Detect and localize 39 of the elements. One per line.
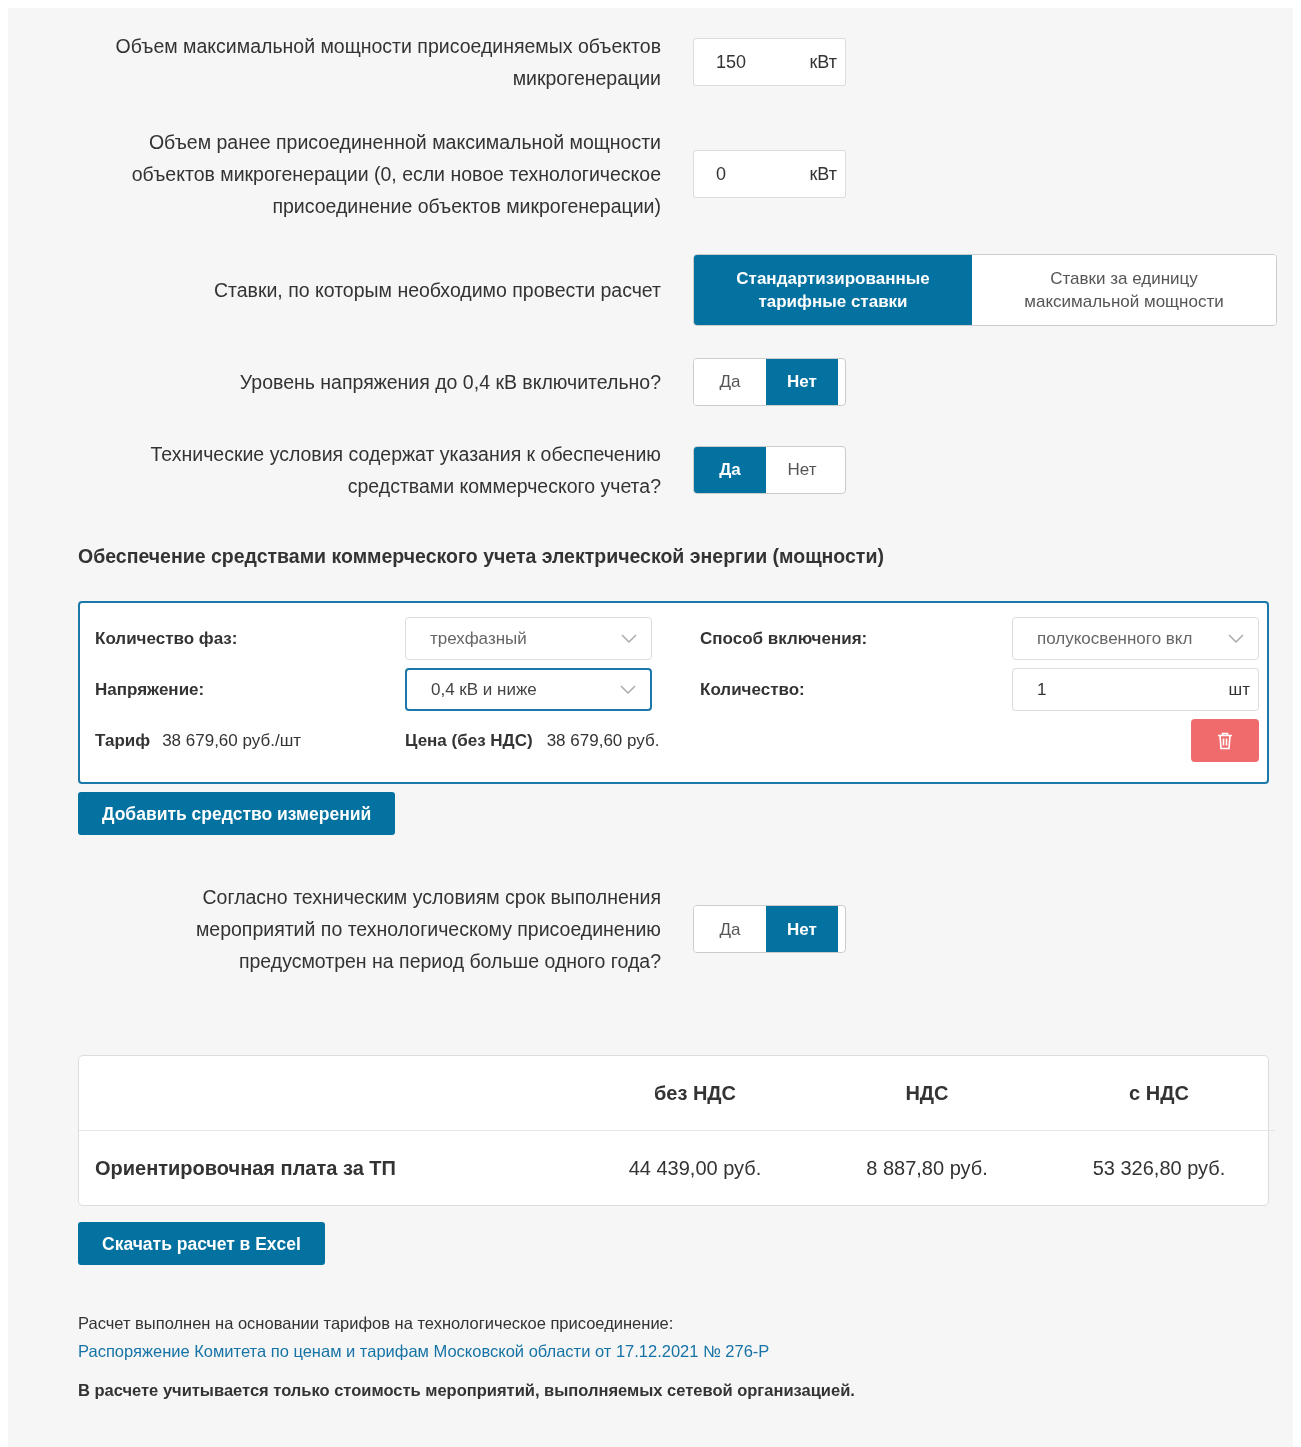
select-field[interactable]: трехфазный	[405, 617, 652, 661]
tariff-value: 38 679,60 руб./шт	[162, 730, 302, 752]
document-link[interactable]: Распоряжение Комитета по ценам и тарифам Московской области от 17.12.2021 № 276-Р	[78, 1342, 770, 1361]
toggle-option[interactable]: Нет	[766, 359, 838, 405]
basis-note: Расчет выполнен на основании тарифов на технологическое присоединение:	[78, 1313, 675, 1335]
field-label: Уровень напряжения до 0,4 кВ включительно?	[238, 370, 661, 395]
table-cell: 44 439,00 руб.	[579, 1130, 811, 1206]
tariff-label: Тариф	[95, 730, 151, 752]
delete-button[interactable]	[1191, 719, 1259, 763]
field-label: Количество фаз:	[95, 628, 239, 650]
toggle-option[interactable]: Нет	[766, 906, 838, 953]
select-field[interactable]: полукосвенного вкл	[1012, 617, 1259, 661]
chevron-down-icon	[621, 633, 637, 644]
table-cell: 53 326,80 руб.	[1043, 1130, 1275, 1206]
column-header: НДС	[904, 1081, 950, 1107]
field-label: Технические условия содержат указания к обеспечению средствами коммерческого учета?	[149, 442, 661, 499]
field-label: Напряжение:	[95, 679, 206, 701]
section-heading: Обеспечение средствами коммерческого учета электрической энергии (мощности)	[78, 544, 885, 569]
disclaimer-text: В расчете учитывается только стоимость мероприятий, выполняемых сетевой организацией.	[78, 1380, 856, 1402]
chevron-down-icon	[1228, 633, 1244, 644]
field-label: Ставки, по которым необходимо провести расчет	[212, 278, 661, 303]
field-label: Согласно техническим условиям срок выполнения мероприятий по технологическому присоединению предусмотрен на период больше одного года?	[194, 885, 661, 975]
field-label: Объем максимальной мощности присоединяемых объектов микрогенерации	[114, 34, 661, 91]
column-header: без НДС	[652, 1081, 738, 1107]
table-cell: 8 887,80 руб.	[811, 1130, 1043, 1206]
field-label: Способ включения:	[700, 628, 869, 650]
field-label: Объем ранее присоединенной максимальной мощности объектов микрогенерации (0, если новое технологическое присоединение объектов микрогенерации)	[130, 130, 661, 219]
field-label: Количество:	[700, 679, 806, 701]
price-label: Цена (без НДС)	[405, 730, 533, 752]
toggle-option[interactable]: Да	[694, 447, 766, 493]
price-value: 38 679,60 руб.	[546, 730, 660, 752]
select-field[interactable]: 0,4 кВ и ниже	[405, 668, 652, 712]
chevron-down-icon	[620, 684, 636, 695]
row-label: Ориентировочная плата за ТП	[79, 1130, 579, 1206]
toggle-option[interactable]: Стандартизированные тарифные ставки	[694, 255, 972, 325]
add-button[interactable]: Добавить средство измерений	[78, 792, 396, 836]
download-button[interactable]: Скачать расчет в Excel	[78, 1222, 325, 1266]
trash-icon	[1217, 731, 1233, 750]
column-header: с НДС	[1128, 1081, 1190, 1107]
